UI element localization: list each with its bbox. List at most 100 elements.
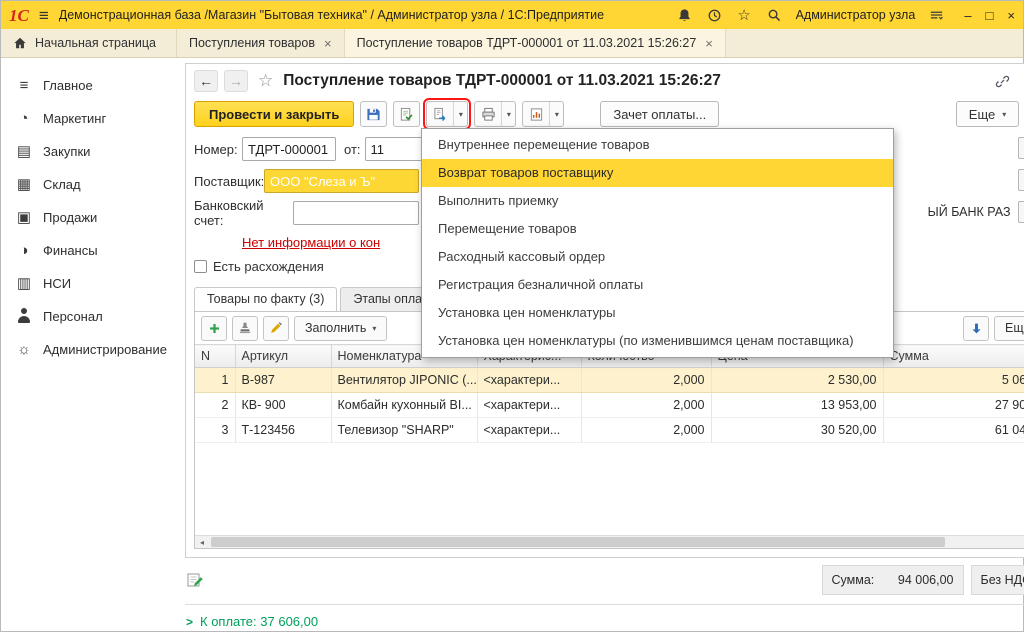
notifications-bell-icon[interactable]: [676, 7, 693, 24]
scroll-left-icon[interactable]: ◂: [195, 536, 209, 548]
sidebar-item-administration[interactable]: ☼ Администрирование: [1, 333, 177, 366]
more-actions-button[interactable]: Еще▾: [956, 101, 1019, 127]
menu-item-cashless-payment[interactable]: Регистрация безналичной оплаты: [422, 271, 893, 299]
minimize-button[interactable]: –: [964, 8, 971, 23]
pick-items-button[interactable]: [232, 316, 258, 341]
chevron-down-icon[interactable]: ▾: [453, 102, 467, 126]
person-icon: [15, 308, 33, 326]
table-row[interactable]: 3 Т-123456 Телевизор "SHARP" <характери.…: [195, 418, 1024, 443]
bank-account-input[interactable]: [293, 201, 419, 225]
bank-account-label: Банковский счет:: [194, 198, 289, 228]
sidebar-item-purchases[interactable]: ▤ Закупки: [1, 135, 177, 168]
purchases-icon: ▤: [15, 144, 33, 159]
menu-item-cash-expense-order[interactable]: Расходный кассовый ордер: [422, 243, 893, 271]
marketing-icon: ◔: [15, 111, 33, 126]
sidebar-item-main[interactable]: ≡ Главное: [1, 69, 177, 102]
sidebar-item-warehouse[interactable]: ▦ Склад: [1, 168, 177, 201]
sidebar-item-nsi[interactable]: ▥ НСИ: [1, 267, 177, 300]
table-row[interactable]: 1 В-987 Вентилятор JIPONIC (... <характе…: [195, 368, 1024, 393]
forward-button[interactable]: →: [224, 70, 248, 92]
print-button[interactable]: ▾: [474, 101, 516, 127]
sidebar-item-marketing[interactable]: ◔ Маркетинг: [1, 102, 177, 135]
scrollbar-track[interactable]: [209, 536, 1024, 548]
items-table-viewport: N Артикул Номенклатура Характерис... Кол…: [195, 344, 1024, 443]
horizontal-scrollbar[interactable]: ◂ ▸: [195, 535, 1024, 548]
window-controls: – □ ×: [964, 8, 1015, 23]
document-footer: Сумма: 94 006,00 Без НДС: [185, 564, 1024, 596]
menu-item-perform-acceptance[interactable]: Выполнить приемку: [422, 187, 893, 215]
date-input[interactable]: [365, 137, 427, 161]
edit-row-button[interactable]: [263, 316, 289, 341]
main-menu-icon[interactable]: ≡: [39, 7, 49, 24]
post-and-close-button[interactable]: Провести и закрыть: [194, 101, 354, 127]
supplier-label: Поставщик:: [194, 174, 260, 189]
tab-close-icon[interactable]: ×: [705, 36, 713, 51]
sum-value: 94 006,00: [898, 573, 954, 587]
scrollbar-thumb[interactable]: [211, 537, 945, 547]
items-table: N Артикул Номенклатура Характерис... Кол…: [195, 344, 1024, 443]
window-title: Демонстрационная база /Магазин "Бытовая …: [59, 8, 604, 22]
tab-label: Поступления товаров: [189, 36, 315, 50]
date-label: от:: [344, 142, 361, 157]
favorites-star-icon[interactable]: ☆: [736, 7, 753, 24]
maximize-button[interactable]: □: [986, 8, 994, 23]
chevron-down-icon[interactable]: ▾: [549, 102, 563, 126]
finance-icon: ◑: [15, 243, 33, 258]
discrepancy-checkbox[interactable]: [194, 260, 207, 273]
settings-menu-icon[interactable]: [928, 7, 945, 24]
content-area: ≡ Главное ◔ Маркетинг ▤ Закупки ▦ Склад …: [1, 58, 1023, 631]
close-button[interactable]: ×: [1007, 8, 1015, 23]
no-contact-info-link[interactable]: Нет информации о кон: [242, 235, 380, 250]
search-icon[interactable]: [766, 7, 783, 24]
expand-arrow-icon[interactable]: >: [186, 615, 193, 629]
history-icon[interactable]: [706, 7, 723, 24]
add-row-button[interactable]: [201, 316, 227, 341]
sidebar-item-sales[interactable]: ▣ Продажи: [1, 201, 177, 234]
menu-item-goods-transfer[interactable]: Перемещение товаров: [422, 215, 893, 243]
dropdown-arrow-icon[interactable]: ▾: [1018, 137, 1024, 159]
menu-item-return-to-supplier[interactable]: Возврат товаров поставщику: [422, 159, 893, 187]
document-header: ← → ☆ Поступление товаров ТДРТ-000001 от…: [194, 64, 1024, 98]
sidebar-item-personnel[interactable]: Персонал: [1, 300, 177, 333]
sum-label: Сумма:: [832, 573, 875, 587]
bank-combo-remnant: ЫЙ БАНК РАЗ ▾: [928, 201, 1024, 223]
payable-link[interactable]: К оплате: 37 606,00: [200, 614, 318, 629]
table-row[interactable]: 2 КВ- 900 Комбайн кухонный BI... <характ…: [195, 393, 1024, 418]
menu-item-set-prices[interactable]: Установка цен номенклатуры: [422, 299, 893, 327]
post-button[interactable]: [393, 101, 420, 127]
supplier-input[interactable]: [264, 169, 419, 193]
menu-item-internal-transfer[interactable]: Внутреннее перемещение товаров: [422, 131, 893, 159]
number-input[interactable]: [242, 137, 336, 161]
create-based-on-button[interactable]: ▾: [426, 101, 468, 127]
comment-icon[interactable]: [186, 571, 204, 589]
items-more-button[interactable]: Еще▾: [994, 316, 1024, 341]
save-button[interactable]: [360, 101, 387, 127]
1c-logo: 1С: [9, 7, 29, 24]
home-tab[interactable]: Начальная страница: [1, 29, 177, 57]
tab-close-icon[interactable]: ×: [324, 36, 332, 51]
vat-label: Без НДС: [981, 573, 1024, 587]
current-user[interactable]: Администратор узла: [796, 8, 916, 22]
reports-button[interactable]: ▾: [522, 101, 564, 127]
get-link-icon[interactable]: [994, 73, 1011, 90]
tab-receipts-list[interactable]: Поступления товаров ×: [177, 29, 345, 57]
chevron-down-icon[interactable]: ▾: [501, 102, 515, 126]
printer-icon: [475, 102, 501, 126]
col-header-sum: Сумма: [883, 345, 1024, 368]
fill-button[interactable]: Заполнить▾: [294, 316, 387, 341]
back-button[interactable]: ←: [194, 70, 218, 92]
tab-goods-actual[interactable]: Товары по факту (3): [194, 287, 337, 312]
menu-item-set-prices-changed[interactable]: Установка цен номенклатуры (по изменивши…: [422, 327, 893, 355]
payment-offset-button[interactable]: Зачет оплаты...: [600, 101, 719, 127]
sales-icon: ▣: [15, 210, 33, 225]
dropdown-arrow-icon[interactable]: ▾: [1018, 169, 1024, 191]
dropdown-arrow-icon[interactable]: ▾: [1018, 201, 1024, 223]
organization-combo-remnant: ▾: [1018, 137, 1024, 159]
tab-receipt-document[interactable]: Поступление товаров ТДРТ-000001 от 11.03…: [345, 29, 726, 57]
move-down-button[interactable]: [963, 316, 989, 341]
favorite-star-icon[interactable]: ☆: [258, 71, 273, 91]
contract-combo-remnant: ▾: [1018, 169, 1024, 191]
home-icon: [13, 36, 27, 50]
sidebar-item-finance[interactable]: ◑ Финансы: [1, 234, 177, 267]
create-based-on-icon: [427, 102, 453, 126]
